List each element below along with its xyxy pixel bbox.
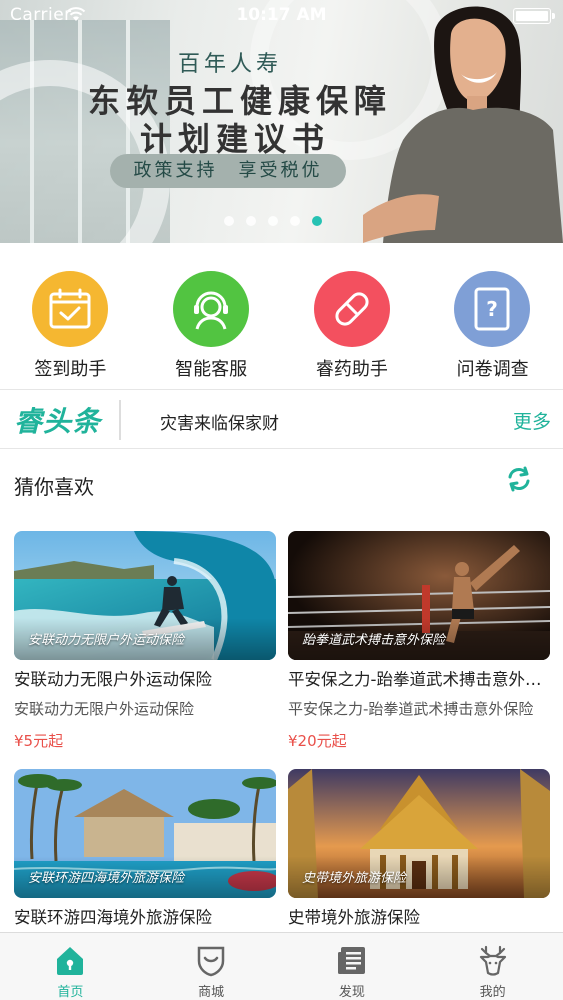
product-card[interactable]: 史带境外旅游保险 史带境外旅游保险: [288, 769, 550, 930]
product-image-caption: 史带境外旅游保险: [302, 871, 407, 886]
carousel-dot[interactable]: [290, 216, 300, 226]
banner-brand: 百年人寿: [178, 52, 283, 77]
battery-icon: [513, 8, 555, 24]
product-image-caption: 安联动力无限户外运动保险: [28, 633, 185, 648]
quick-action-label: 智能客服: [175, 359, 248, 380]
status-bar: Carrier 10:17 AM: [0, 0, 563, 30]
news-ticker[interactable]: 睿头条 灾害来临保家财 更多: [0, 389, 563, 449]
promo-banner[interactable]: 百年人寿 东软员工健康保障 计划建议书 政策支持 享受税优 Carrier 10…: [0, 0, 563, 243]
product-image-temple[interactable]: 史带境外旅游保险: [288, 769, 550, 898]
deer-icon: [479, 945, 506, 976]
quick-action-checkin[interactable]: 签到助手: [0, 243, 141, 389]
tab-discover[interactable]: 发现: [282, 933, 423, 1000]
document-list-icon: [337, 947, 365, 974]
carousel-dot[interactable]: [224, 216, 234, 226]
news-headline[interactable]: 灾害来临保家财: [160, 409, 279, 434]
carousel-dot[interactable]: [268, 216, 278, 226]
carousel-dot[interactable]: [246, 216, 256, 226]
questionnaire-icon: ?: [454, 271, 531, 347]
product-image-martial-arts[interactable]: 跆拳道武术搏击意外保险: [288, 531, 550, 660]
tab-label: 发现: [338, 985, 365, 1000]
quick-action-survey[interactable]: ? 问卷调查: [422, 243, 563, 389]
shield-icon: [197, 946, 225, 977]
product-card[interactable]: 跆拳道武术搏击意外保险 平安保之力-跆拳道武术搏击意外保险 平安保之力-跆拳道武…: [288, 531, 550, 751]
quick-action-label: 睿药助手: [315, 359, 388, 380]
product-price: ¥20元起: [288, 732, 347, 750]
tab-profile[interactable]: 我的: [422, 933, 563, 1000]
home-icon: [57, 947, 84, 975]
tab-label: 首页: [57, 985, 84, 1000]
product-name[interactable]: 安联环游四海境外旅游保险: [14, 906, 276, 930]
product-image-caption: 安联环游四海境外旅游保险: [28, 871, 185, 886]
tab-mall[interactable]: 商城: [141, 933, 282, 1000]
quick-action-medicine[interactable]: 睿药助手: [282, 243, 423, 389]
quick-action-label: 签到助手: [34, 359, 107, 380]
recommend-header: 猜你喜欢: [0, 449, 563, 521]
news-logo: 睿头条: [14, 405, 102, 438]
tab-label: 我的: [479, 985, 506, 1000]
divider: [119, 400, 121, 440]
product-image-resort[interactable]: 安联环游四海境外旅游保险: [14, 769, 276, 898]
svg-text:?: ?: [486, 297, 498, 321]
quick-action-label: 问卷调查: [456, 359, 529, 380]
quick-action-customer-service[interactable]: 智能客服: [141, 243, 282, 389]
product-image-caption: 跆拳道武术搏击意外保险: [302, 633, 446, 648]
news-more-link[interactable]: 更多: [513, 407, 551, 434]
refresh-icon[interactable]: [505, 465, 533, 493]
product-price: ¥5元起: [14, 732, 64, 750]
recommend-title: 猜你喜欢: [14, 475, 94, 499]
bottom-tab-bar: 首页 商城 发现 我的: [0, 932, 563, 1000]
product-name[interactable]: 平安保之力-跆拳道武术搏击意外保险: [288, 668, 550, 692]
product-card[interactable]: 安联环游四海境外旅游保险 安联环游四海境外旅游保险: [14, 769, 276, 930]
product-name[interactable]: 史带境外旅游保险: [288, 906, 550, 930]
calendar-check-icon: [32, 271, 108, 347]
quick-actions: 签到助手 智能客服 睿药助手 ? 问卷调查: [0, 243, 563, 389]
carousel-dot-active[interactable]: [312, 216, 322, 226]
banner-tagline-pill: 政策支持 享受税优: [110, 154, 346, 188]
product-name[interactable]: 安联动力无限户外运动保险: [14, 668, 276, 692]
product-card[interactable]: 安联动力无限户外运动保险 安联动力无限户外运动保险 安联动力无限户外运动保险 ¥…: [14, 531, 276, 751]
clock: 10:17 AM: [236, 5, 327, 25]
product-description: 安联动力无限户外运动保险: [14, 700, 195, 718]
pill-icon: [313, 271, 390, 347]
tab-home[interactable]: 首页: [0, 933, 141, 1000]
product-image-surfing[interactable]: 安联动力无限户外运动保险: [14, 531, 276, 660]
product-description: 平安保之力-跆拳道武术搏击意外保险: [288, 700, 534, 718]
carousel-indicator[interactable]: [224, 216, 322, 228]
tab-label: 商城: [198, 985, 225, 1000]
headset-agent-icon: [172, 271, 249, 347]
